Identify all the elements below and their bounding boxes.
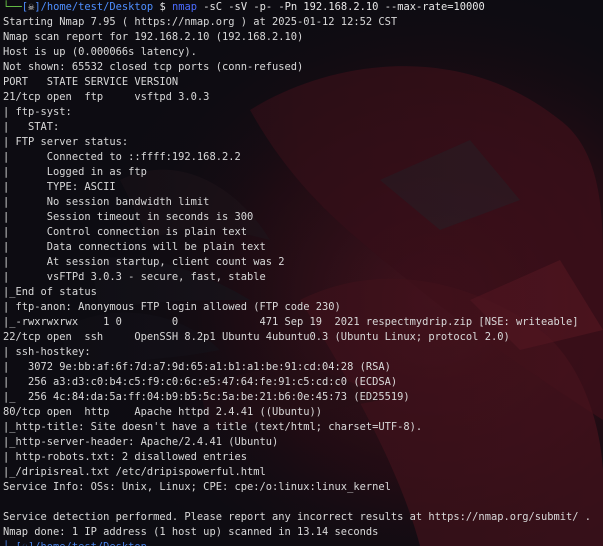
prompt-symbol: $ xyxy=(159,1,166,13)
output-line: Nmap scan report for 192.168.2.10 (192.1… xyxy=(3,31,304,43)
output-line: |_http-server-header: Apache/2.4.41 (Ubu… xyxy=(3,436,279,448)
terminal-output[interactable]: └──[☠]/home/test/Desktop $ nmap -sC -sV … xyxy=(3,0,603,546)
output-line: Not shown: 65532 closed tcp ports (conn-… xyxy=(3,61,304,73)
output-line: |_End of status xyxy=(3,286,97,298)
output-line: | Connected to ::ffff:192.168.2.2 xyxy=(3,151,241,163)
output-line: | At session startup, client count was 2 xyxy=(3,256,285,268)
output-line: | ssh-hostkey: xyxy=(3,346,91,358)
output-line: | No session bandwidth limit xyxy=(3,196,210,208)
output-line: Service detection performed. Please repo… xyxy=(3,511,592,523)
output-line: 21/tcp open ftp vsftpd 3.0.3 xyxy=(3,91,210,103)
output-line: | FTP server status: xyxy=(3,136,129,148)
output-line: PORT STATE SERVICE VERSION xyxy=(3,76,179,88)
output-line: |_-rwxrwxrwx 1 0 0 471 Sep 19 2021 respe… xyxy=(3,316,579,328)
output-line: | 256 a3:d3:c0:b4:c5:f9:c0:6c:e5:47:64:f… xyxy=(3,376,398,388)
output-line: |_/dripisreal.txt /etc/dripispowerful.ht… xyxy=(3,466,266,478)
output-line: | STAT: xyxy=(3,121,60,133)
output-line: | ftp-syst: xyxy=(3,106,72,118)
output-line: |_ 256 4c:84:da:5a:ff:04:b9:b5:5c:5a:be:… xyxy=(3,391,410,403)
output-line: | Logged in as ftp xyxy=(3,166,147,178)
output-line: 22/tcp open ssh OpenSSH 8.2p1 Ubuntu 4ub… xyxy=(3,331,510,343)
output-line: Service Info: OSs: Unix, Linux; CPE: cpe… xyxy=(3,481,391,493)
output-line: | ftp-anon: Anonymous FTP login allowed … xyxy=(3,301,341,313)
output-line: | TYPE: ASCII xyxy=(3,181,116,193)
output-line: | 3072 9e:bb:af:6f:7d:a7:9d:65:a1:b1:a1:… xyxy=(3,361,391,373)
output-line: | Data connections will be plain text xyxy=(3,241,266,253)
output-line: Host is up (0.000066s latency). xyxy=(3,46,197,58)
output-line: 80/tcp open http Apache httpd 2.4.41 ((U… xyxy=(3,406,323,418)
output-line: |_http-title: Site doesn't have a title … xyxy=(3,421,423,433)
next-prompt-partial: └─[☠]/home/test/Desktop xyxy=(3,540,603,546)
command-name: nmap xyxy=(171,1,198,13)
output-line: Nmap done: 1 IP address (1 host up) scan… xyxy=(3,526,379,538)
command-prompt-line: └──[☠]/home/test/Desktop $ nmap -sC -sV … xyxy=(3,1,485,13)
output-line: | Control connection is plain text xyxy=(3,226,247,238)
prompt-path: /home/test/Desktop xyxy=(40,1,154,13)
output-line: | vsFTPd 3.0.3 - secure, fast, stable xyxy=(3,271,266,283)
output-line: | http-robots.txt: 2 disallowed entries xyxy=(3,451,247,463)
command-args: -sC -sV -p- -Pn 192.168.2.10 --max-rate=… xyxy=(203,1,485,13)
output-line: | Session timeout in seconds is 300 xyxy=(3,211,254,223)
output-line: Starting Nmap 7.95 ( https://nmap.org ) … xyxy=(3,16,398,28)
